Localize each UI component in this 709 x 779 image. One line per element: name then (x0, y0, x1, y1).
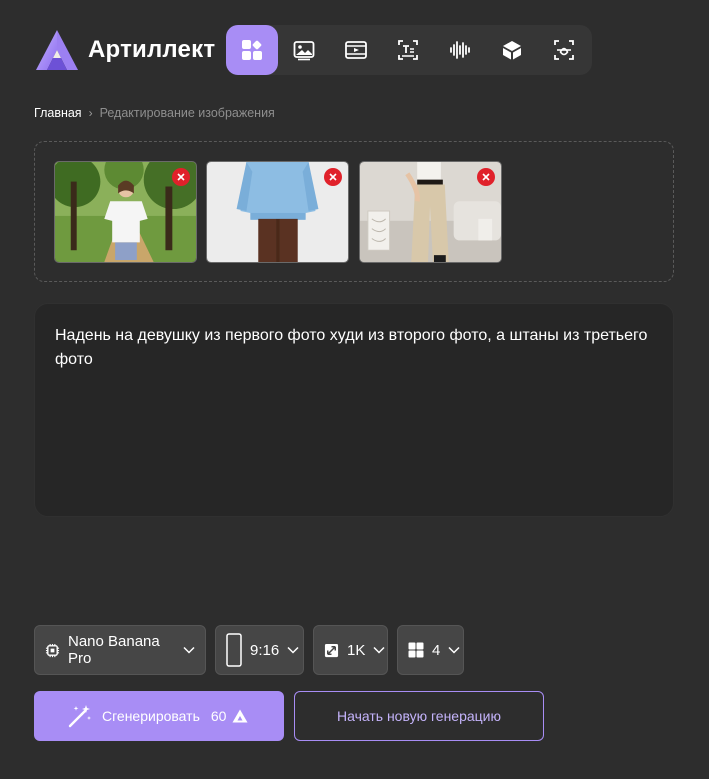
nav-audio[interactable] (434, 25, 486, 75)
nav-3d[interactable] (486, 25, 538, 75)
generate-button[interactable]: Сгенерировать 60 (34, 691, 284, 741)
video-icon (345, 41, 367, 59)
audio-wave-icon (450, 41, 470, 59)
generation-options: Nano Banana Pro 9:16 1K 4 (34, 625, 464, 675)
close-icon (329, 173, 337, 181)
header: Артиллект (34, 24, 215, 76)
model-select[interactable]: Nano Banana Pro (34, 625, 206, 675)
uploaded-image-1[interactable] (54, 161, 197, 263)
magic-wand-icon (68, 705, 91, 728)
resolution-value: 1K (347, 641, 366, 659)
model-select-value: Nano Banana Pro (68, 633, 160, 667)
image-count-value: 4 (432, 641, 441, 659)
image-icon (293, 41, 315, 61)
remove-image-2-button[interactable] (324, 168, 342, 186)
aspect-ratio-value: 9:16 (250, 641, 280, 659)
nav-video[interactable] (330, 25, 382, 75)
resize-icon (324, 643, 339, 657)
grid-icon (408, 642, 424, 658)
remove-image-1-button[interactable] (172, 168, 190, 186)
close-icon (482, 173, 490, 181)
chevron-down-icon (287, 646, 299, 654)
brand-name: Артиллект (88, 36, 216, 63)
generate-cost: 60 (211, 708, 249, 724)
resolution-select[interactable]: 1K (313, 625, 388, 675)
uploaded-image-3[interactable] (359, 161, 502, 263)
3d-cube-icon (503, 41, 521, 60)
text-recognition-icon (398, 40, 418, 60)
uploaded-image-2[interactable] (206, 161, 349, 263)
close-icon (177, 173, 185, 181)
image-upload-zone[interactable] (34, 141, 674, 282)
brand-logo[interactable]: Артиллект (34, 24, 215, 76)
generate-cost-value: 60 (210, 708, 227, 724)
chevron-down-icon (373, 646, 385, 654)
generate-button-label: Сгенерировать (102, 708, 200, 724)
nav-apps-grid[interactable] (226, 25, 278, 75)
chip-icon (45, 643, 60, 657)
page: Артиллект Главная › Редактирование изобр… (0, 0, 709, 779)
breadcrumb-home-link[interactable]: Главная (34, 106, 82, 120)
new-generation-button[interactable]: Начать новую генерацию (294, 691, 544, 741)
breadcrumb: Главная › Редактирование изображения (34, 105, 275, 121)
credits-icon (232, 709, 248, 723)
nav-face-scan[interactable] (538, 25, 590, 75)
remove-image-3-button[interactable] (477, 168, 495, 186)
apps-grid-icon (242, 40, 262, 60)
nav-text-recognition[interactable] (382, 25, 434, 75)
chevron-down-icon (448, 646, 460, 654)
chevron-down-icon (183, 646, 195, 654)
artillect-logo-icon (36, 30, 78, 70)
nav-image[interactable] (278, 25, 330, 75)
breadcrumb-current: Редактирование изображения (99, 106, 275, 120)
image-count-select[interactable]: 4 (397, 625, 464, 675)
aspect-ratio-select[interactable]: 9:16 (215, 625, 304, 675)
prompt-input[interactable]: Надень на девушку из первого фото худи и… (34, 303, 674, 517)
breadcrumb-separator: › (88, 106, 93, 120)
face-scan-icon (554, 40, 574, 60)
tool-nav (226, 25, 592, 75)
portrait-frame-icon (226, 633, 242, 667)
